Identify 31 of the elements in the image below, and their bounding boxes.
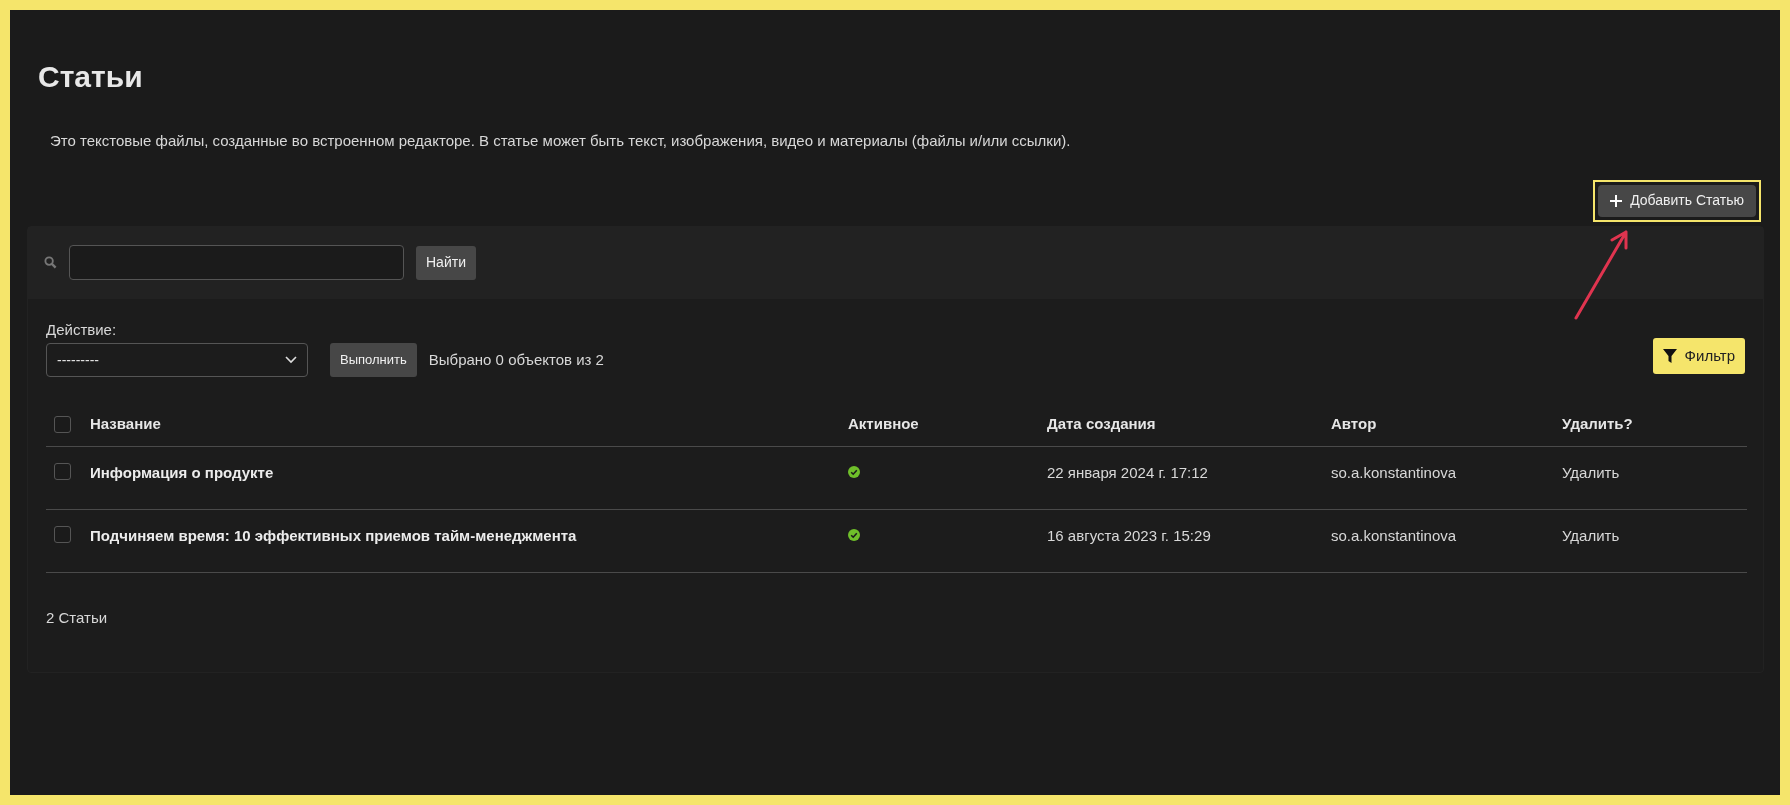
article-title[interactable]: Информация о продукте — [90, 462, 274, 485]
search-icon — [44, 256, 57, 269]
table-cell-text: 16 августа 2023 г. 15:29 — [1047, 526, 1211, 546]
column-header: Автор — [1331, 414, 1377, 435]
action-label: Действие: — [46, 319, 117, 340]
selection-count: Выбрано 0 объектов из 2 — [428, 349, 604, 370]
checkbox[interactable] — [54, 416, 71, 433]
column-header: Удалить? — [1562, 414, 1633, 435]
page-title: Статьи — [38, 62, 143, 92]
delete-link[interactable]: Удалить — [1562, 462, 1620, 485]
delete-link[interactable]: Удалить — [1562, 525, 1620, 548]
add-article-button[interactable]: Добавить Статью — [1598, 184, 1756, 217]
table-cell-text: so.a.konstantinova — [1331, 463, 1457, 483]
chevron-down-icon — [285, 356, 297, 364]
column-header: Активное — [848, 414, 919, 435]
checkbox[interactable] — [54, 526, 71, 543]
action-select[interactable]: --------- — [46, 343, 308, 377]
article-title[interactable]: Подчиняем время: 10 эффективных приемов тайм-менеджмента — [90, 525, 577, 548]
run-button[interactable]: Выполнить — [330, 343, 417, 377]
table-cell-text: so.a.konstantinova — [1331, 526, 1457, 546]
search-field[interactable] — [69, 245, 404, 280]
column-header: Дата создания — [1047, 414, 1156, 435]
plus-icon — [1610, 194, 1623, 207]
column-header: Название — [90, 414, 161, 435]
search-button[interactable]: Найти — [416, 245, 476, 280]
filter-icon — [1662, 349, 1677, 363]
table-cell-text: 22 января 2024 г. 17:12 — [1047, 463, 1208, 483]
page-description: Это текстовые файлы, созданные во встроенном редакторе. В статье может быть текст, изображения, видео и материалы (файлы и/или ссылки). — [50, 131, 1071, 151]
checkbox[interactable] — [54, 463, 71, 480]
filter-button[interactable]: Фильтр — [1652, 338, 1745, 374]
result-count: 2 Статьи — [46, 608, 108, 628]
